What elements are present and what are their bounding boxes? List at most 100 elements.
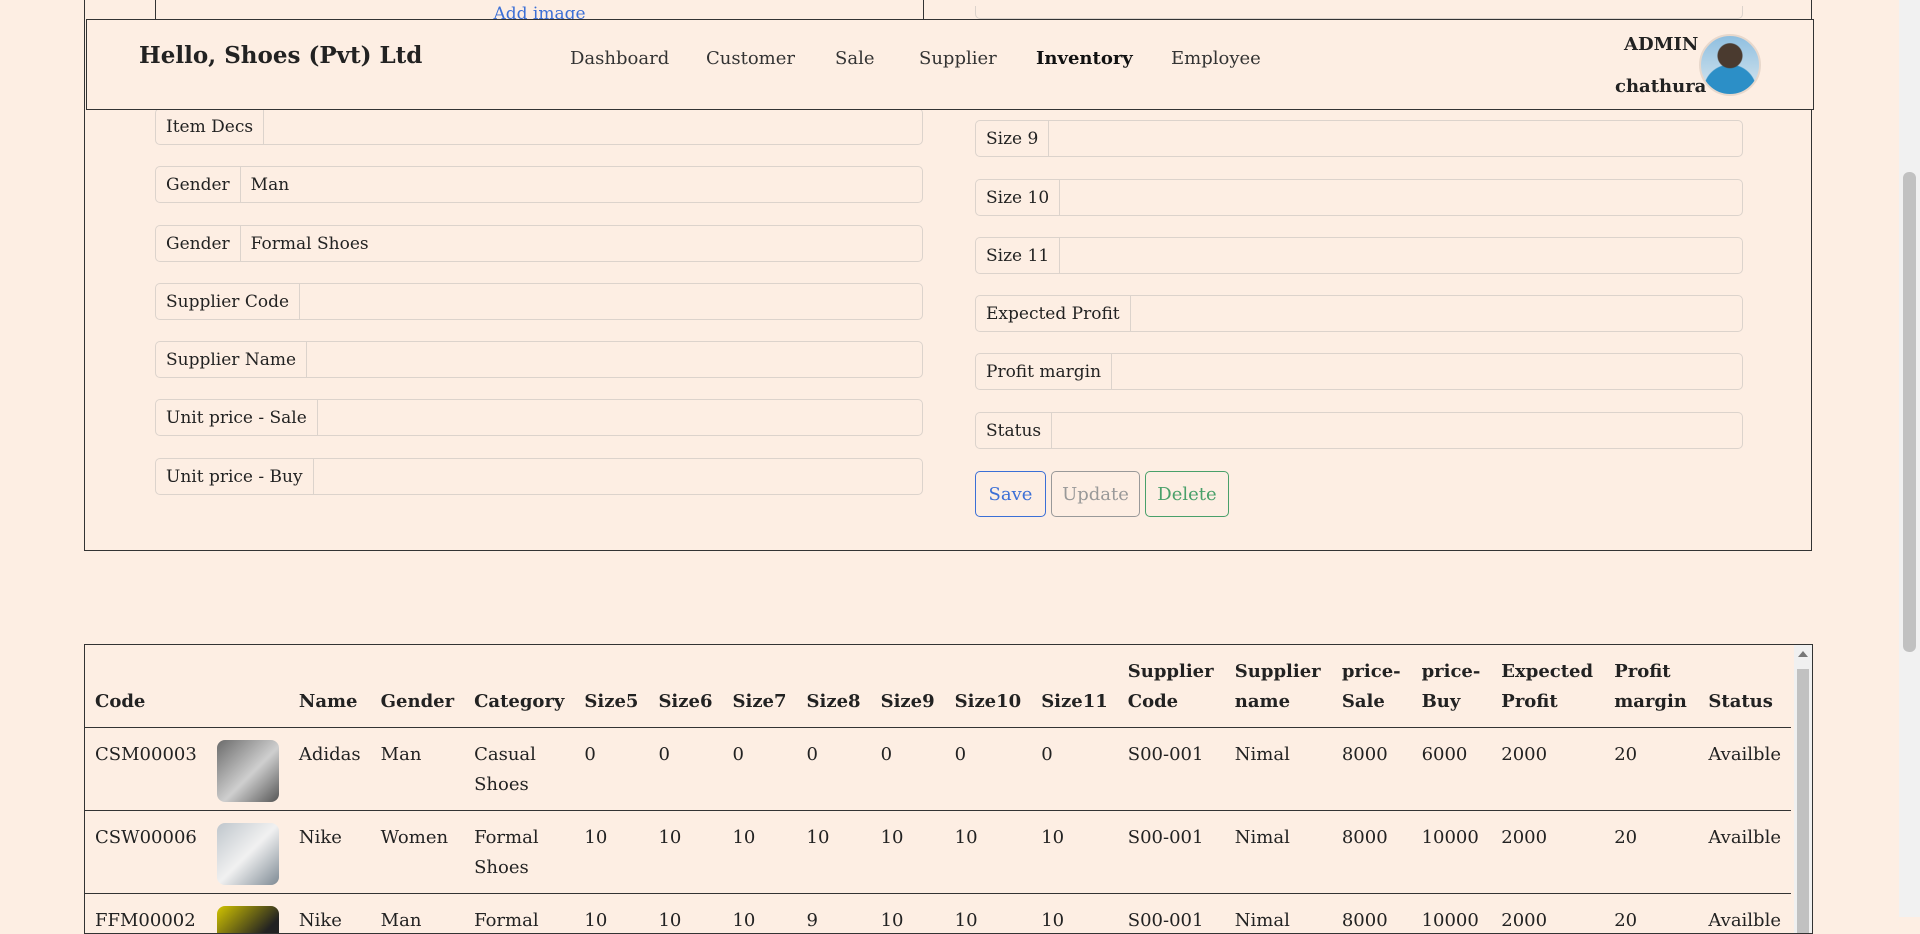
- field-label: Status: [976, 413, 1052, 448]
- col-header: Size8: [797, 645, 871, 728]
- unit-price-sale-field[interactable]: Unit price - Sale: [155, 399, 923, 436]
- delete-button[interactable]: Delete: [1145, 471, 1229, 517]
- cell-price-buy: 10000: [1412, 811, 1492, 894]
- page-scrollbar[interactable]: [1899, 0, 1920, 917]
- cell-supplier-name: Nimal: [1225, 894, 1332, 934]
- nav-supplier[interactable]: Supplier: [919, 48, 997, 69]
- field-value[interactable]: [314, 459, 922, 494]
- cell-price-buy: 10000: [1412, 894, 1492, 934]
- field-value[interactable]: [307, 342, 922, 377]
- table-scrollbar[interactable]: [1794, 645, 1812, 933]
- shoe-image: [217, 740, 279, 802]
- table-row[interactable]: FFM00002 Nike Man Formal 10 10 10 9 10 1…: [85, 894, 1791, 934]
- cell-price-sale: 8000: [1332, 811, 1412, 894]
- update-button[interactable]: Update: [1051, 471, 1140, 517]
- nav-dashboard[interactable]: Dashboard: [570, 48, 669, 69]
- field-value[interactable]: [1060, 180, 1742, 215]
- cell-size9: 0: [871, 728, 945, 811]
- nav-sale[interactable]: Sale: [835, 48, 874, 69]
- field-label: Supplier Code: [156, 284, 300, 319]
- col-header: Expected Profit: [1491, 645, 1604, 728]
- field-value[interactable]: Man: [241, 167, 922, 202]
- col-header: Gender: [371, 645, 464, 728]
- cell-size10: 10: [945, 894, 1032, 934]
- field-value[interactable]: [300, 284, 922, 319]
- field-label: Size 9: [976, 121, 1049, 156]
- size11-field[interactable]: Size 11: [975, 237, 1743, 274]
- field-value[interactable]: [1049, 121, 1742, 156]
- size10-field[interactable]: Size 10: [975, 179, 1743, 216]
- table-header-row: Code Name Gender Category Size5 Size6 Si…: [85, 645, 1791, 728]
- field-value[interactable]: [1131, 296, 1742, 331]
- field-label: Gender: [156, 226, 241, 261]
- cell-size7: 0: [722, 728, 796, 811]
- table-scrollbar-thumb[interactable]: [1797, 669, 1809, 934]
- category-field[interactable]: Gender Formal Shoes: [155, 225, 923, 262]
- size9-field[interactable]: Size 9: [975, 120, 1743, 157]
- cell-size11: 10: [1031, 894, 1118, 934]
- col-header: price-Sale: [1332, 645, 1412, 728]
- field-value[interactable]: [318, 400, 922, 435]
- cell-price-sale: 8000: [1332, 894, 1412, 934]
- brand-title: Hello, Shoes (Pvt) Ltd: [139, 42, 422, 69]
- cell-expected-profit: 2000: [1491, 728, 1604, 811]
- status-field[interactable]: Status: [975, 412, 1743, 449]
- table-row[interactable]: CSM00003 Adidas Man Casual Shoes 0 0 0 0…: [85, 728, 1791, 811]
- field-label: Gender: [156, 167, 241, 202]
- unit-price-buy-field[interactable]: Unit price - Buy: [155, 458, 923, 495]
- field-label: Unit price - Buy: [156, 459, 314, 494]
- cell-supplier-code: S00-001: [1118, 728, 1225, 811]
- field-value[interactable]: [264, 109, 922, 144]
- field-label: Profit margin: [976, 354, 1112, 389]
- cell-size7: 10: [722, 894, 796, 934]
- cell-size9: 10: [871, 811, 945, 894]
- col-header: Supplier Code: [1118, 645, 1225, 728]
- table-row[interactable]: CSW00006 Nike Women Formal Shoes 10 10 1…: [85, 811, 1791, 894]
- field-value[interactable]: [1060, 238, 1742, 273]
- col-header: Size10: [945, 645, 1032, 728]
- cell-gender: Man: [371, 728, 464, 811]
- page-scrollbar-thumb[interactable]: [1903, 172, 1916, 652]
- cell-image: [207, 811, 289, 894]
- field-value[interactable]: [1052, 413, 1742, 448]
- shoe-image: [217, 823, 279, 885]
- field-value[interactable]: Formal Shoes: [241, 226, 922, 261]
- cell-expected-profit: 2000: [1491, 894, 1604, 934]
- col-header: Size6: [648, 645, 722, 728]
- cell-supplier-name: Nimal: [1225, 728, 1332, 811]
- col-header: Size7: [722, 645, 796, 728]
- cell-size10: 0: [945, 728, 1032, 811]
- cell-profit-margin: 20: [1604, 894, 1698, 934]
- col-header: Profit margin: [1604, 645, 1698, 728]
- save-button[interactable]: Save: [975, 471, 1046, 517]
- cell-size10: 10: [945, 811, 1032, 894]
- size7-field-partial[interactable]: [975, 6, 1743, 19]
- col-header: Size5: [574, 645, 648, 728]
- cell-size5: 0: [574, 728, 648, 811]
- item-desc-field[interactable]: Item Decs: [155, 108, 923, 145]
- cell-size6: 10: [648, 894, 722, 934]
- inventory-table-container[interactable]: Code Name Gender Category Size5 Size6 Si…: [84, 644, 1813, 934]
- cell-status: Availble: [1698, 811, 1791, 894]
- avatar[interactable]: [1699, 34, 1761, 96]
- cell-category: Casual Shoes: [464, 728, 574, 811]
- cell-price-buy: 6000: [1412, 728, 1492, 811]
- supplier-name-field[interactable]: Supplier Name: [155, 341, 923, 378]
- field-value[interactable]: [1112, 354, 1742, 389]
- gender-field[interactable]: Gender Man: [155, 166, 923, 203]
- supplier-code-field[interactable]: Supplier Code: [155, 283, 923, 320]
- cell-supplier-code: S00-001: [1118, 811, 1225, 894]
- nav-inventory[interactable]: Inventory: [1036, 48, 1133, 69]
- cell-price-sale: 8000: [1332, 728, 1412, 811]
- nav-customer[interactable]: Customer: [706, 48, 795, 69]
- expected-profit-field[interactable]: Expected Profit: [975, 295, 1743, 332]
- col-header: Status: [1698, 645, 1791, 728]
- cell-size5: 10: [574, 811, 648, 894]
- cell-name: Adidas: [289, 728, 371, 811]
- scroll-up-arrow-icon[interactable]: [1798, 651, 1808, 657]
- cell-size6: 10: [648, 811, 722, 894]
- profit-margin-field[interactable]: Profit margin: [975, 353, 1743, 390]
- cell-size7: 10: [722, 811, 796, 894]
- nav-employee[interactable]: Employee: [1171, 48, 1261, 69]
- cell-size11: 10: [1031, 811, 1118, 894]
